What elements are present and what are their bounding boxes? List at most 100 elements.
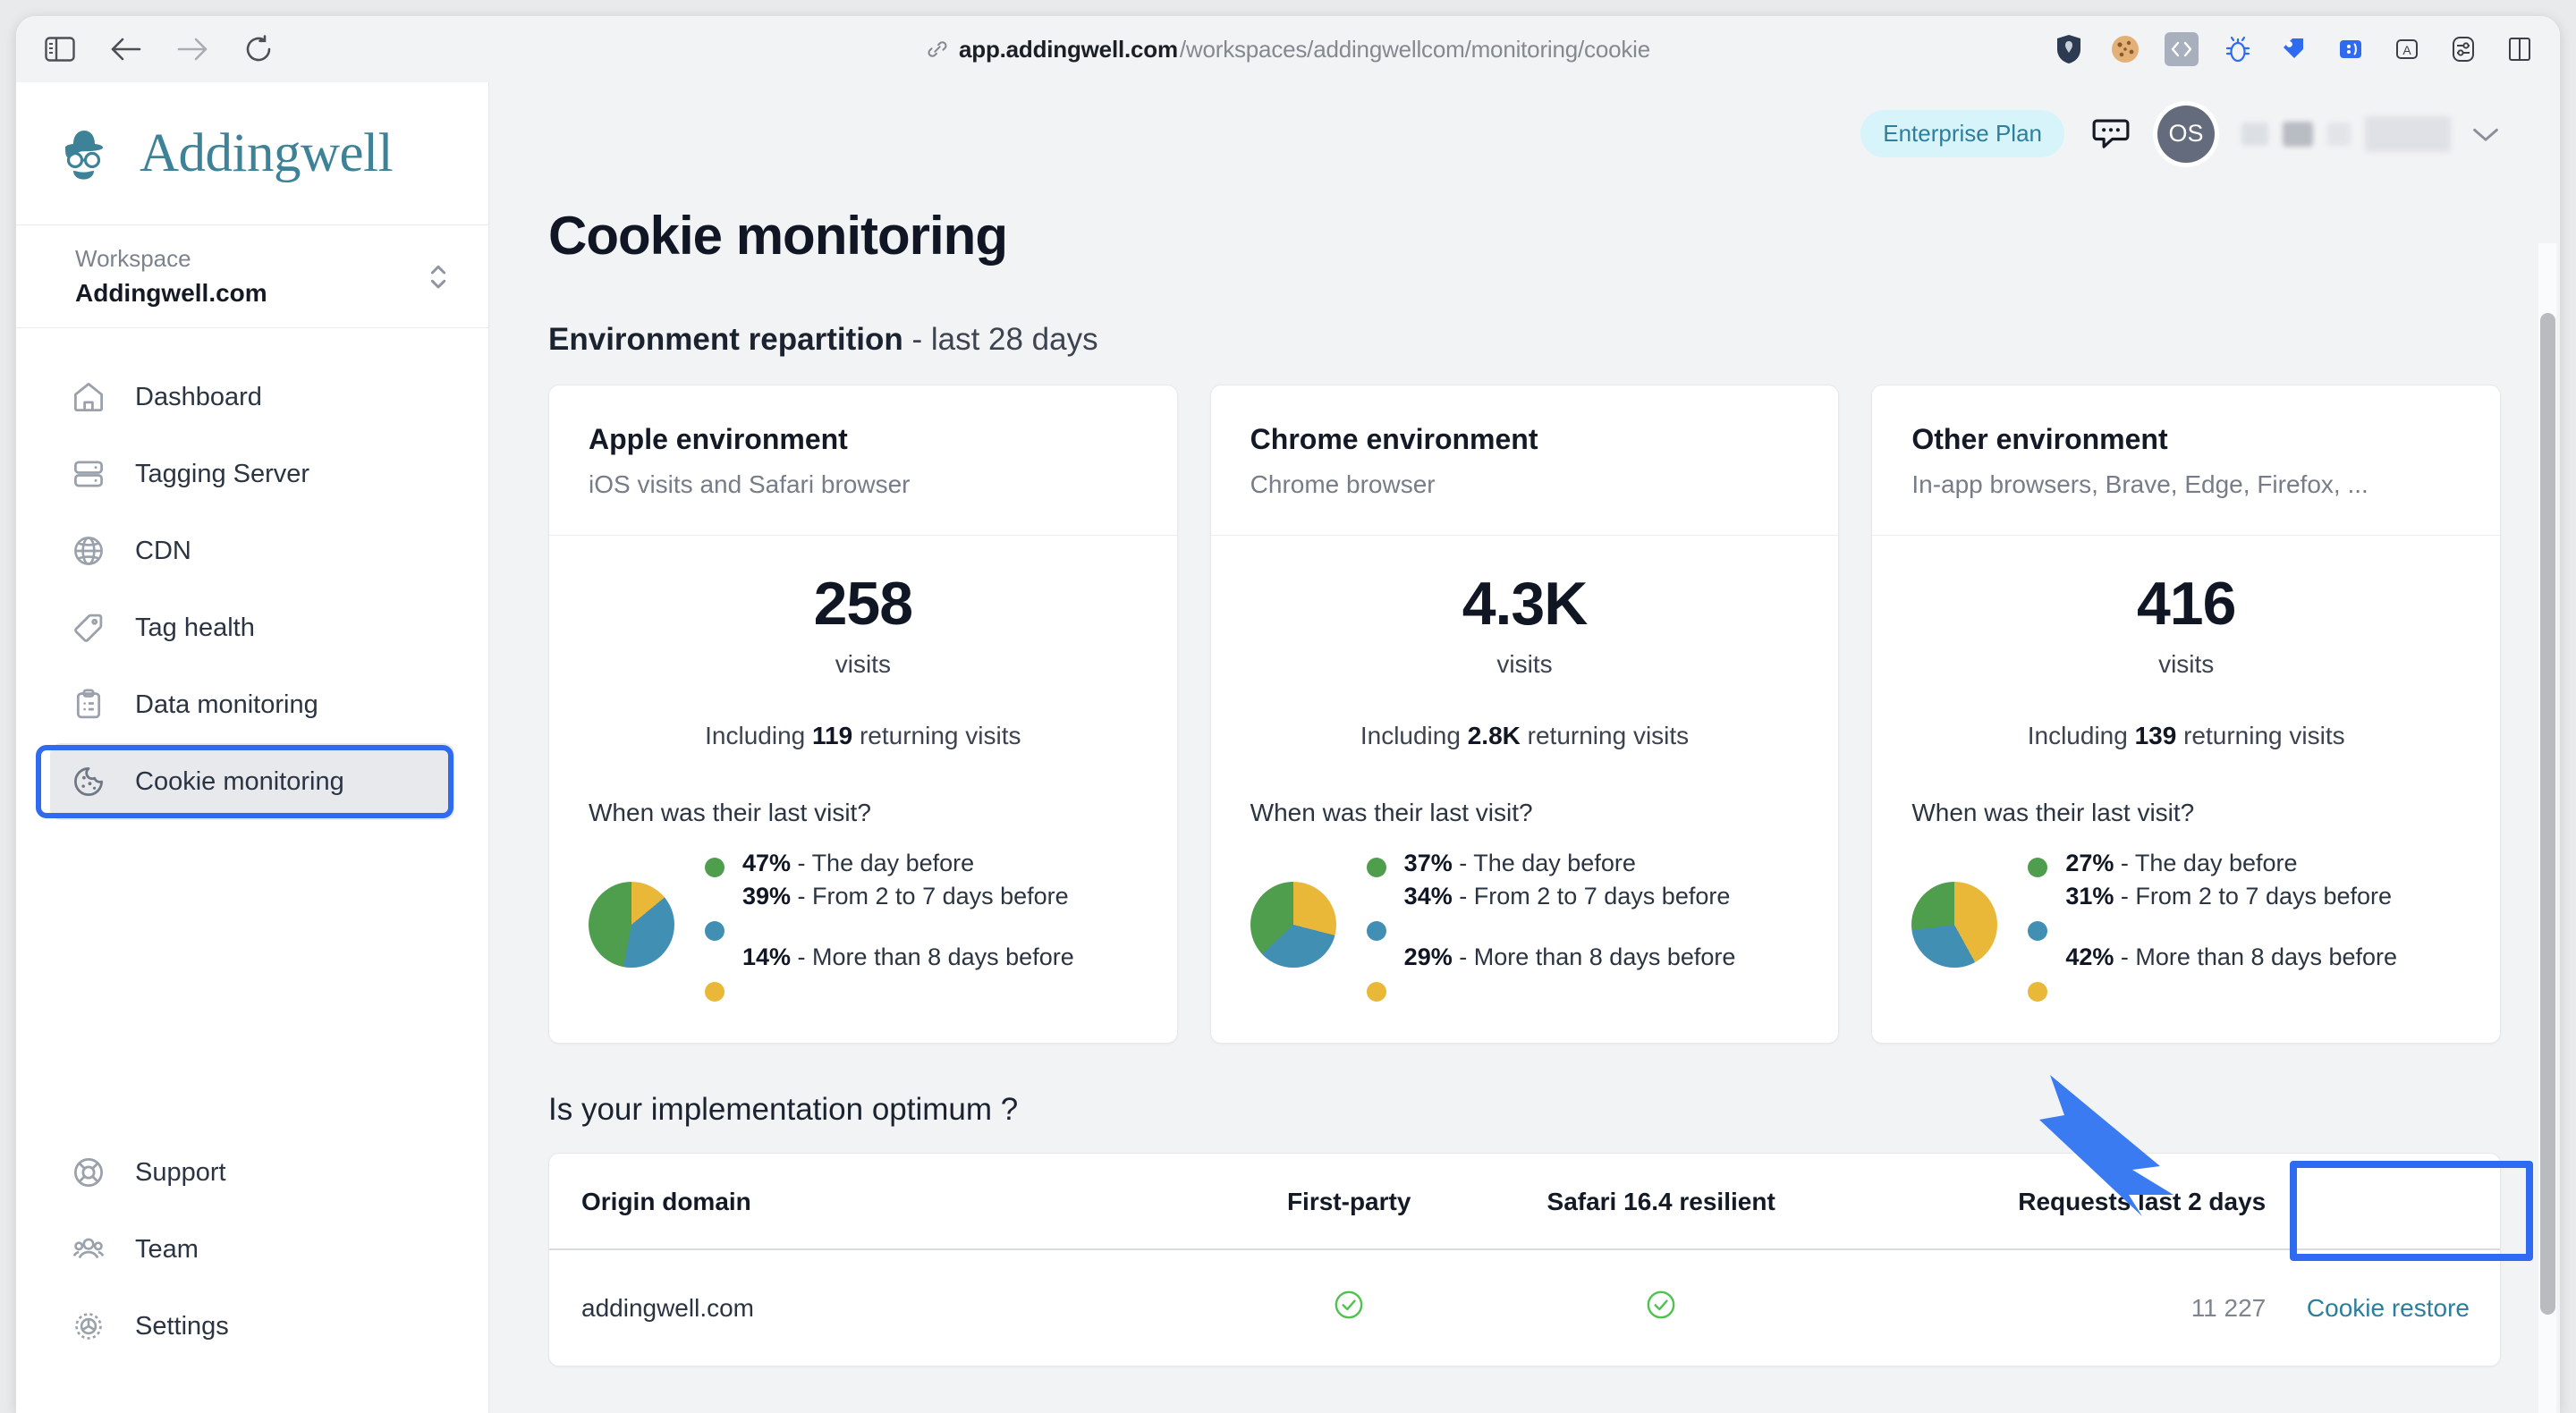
redacted-name-part — [2283, 121, 2313, 147]
legend-item: 27% - The day before — [2028, 847, 2461, 880]
svg-text:A: A — [2402, 43, 2411, 57]
brand-name: Addingwell — [140, 123, 394, 183]
visits-label: visits — [1496, 650, 1553, 678]
visits-label: visits — [2158, 650, 2215, 678]
legend-text: 31% - From 2 to 7 days before — [2065, 880, 2392, 941]
legend-item: 47% - The day before — [705, 847, 1138, 880]
legend-label: More than 8 days before — [812, 943, 1074, 971]
legend-item: 14% - More than 8 days before — [705, 941, 1138, 1003]
sidebar-item-label: Settings — [135, 1311, 229, 1341]
tag-extension-icon[interactable] — [2277, 32, 2311, 66]
debugger-extension-icon[interactable] — [2334, 32, 2368, 66]
globe-icon — [70, 532, 107, 570]
chat-bubble-icon[interactable] — [2091, 115, 2131, 153]
cookie-extension-icon[interactable] — [2108, 32, 2142, 66]
pie-chart-row: 47% - The day before 39% - From 2 to 7 d… — [589, 847, 1138, 1003]
sidebar-nav-secondary: Support Team Settings — [16, 1134, 489, 1365]
tag-icon — [70, 609, 107, 647]
app-viewport: Addingwell Workspace Addingwell.com Dash… — [16, 82, 2560, 1413]
account-name-redacted[interactable] — [2241, 115, 2501, 152]
legend-label: The day before — [1473, 850, 1636, 876]
cell-requests-last-2-days: 11 227 — [2190, 1293, 2267, 1322]
reload-icon[interactable] — [234, 25, 283, 73]
returning-visits-text: Including 2.8K returning visits — [1250, 722, 1800, 750]
table-header-row: Origin domain First-party Safari 16.4 re… — [549, 1154, 2500, 1251]
card-header: Apple environment iOS visits and Safari … — [549, 385, 1177, 536]
sidebar-item-support[interactable]: Support — [50, 1134, 455, 1211]
redacted-name-part — [2241, 122, 2268, 146]
vertical-scrollbar-thumb[interactable] — [2540, 313, 2555, 1315]
sidebar-item-data-monitoring[interactable]: Data monitoring — [50, 666, 454, 743]
legend-text: 42% - More than 8 days before — [2065, 941, 2397, 1002]
workspace-selector[interactable]: Workspace Addingwell.com — [16, 225, 488, 328]
workspace-value: Addingwell.com — [75, 278, 267, 307]
legend-text: 37% - The day before — [1404, 847, 1636, 880]
sidebar-item-cookie-monitoring[interactable]: Cookie monitoring — [50, 743, 454, 820]
section-title-period: - last 28 days — [902, 322, 1098, 357]
sidebar-item-dashboard[interactable]: Dashboard — [50, 359, 454, 436]
legend-sep: - — [791, 943, 813, 971]
card-body: 416 visits Including 139 returning visit… — [1872, 536, 2500, 1043]
returning-value: 119 — [812, 722, 853, 749]
pie-chart-row: 27% - The day before 31% - From 2 to 7 d… — [1911, 847, 2461, 1003]
sidebar-item-label: Dashboard — [135, 382, 262, 411]
sidebar-item-label: Tagging Server — [135, 459, 310, 488]
legend-text: 27% - The day before — [2065, 847, 2297, 880]
section-title-implementation: Is your implementation optimum ? — [548, 1092, 1019, 1128]
legend-label: The day before — [811, 850, 975, 876]
legend-pct: 34% — [1403, 883, 1453, 910]
pie-legend: 47% - The day before 39% - From 2 to 7 d… — [705, 847, 1138, 1003]
card-subtitle: Chrome browser — [1250, 470, 1436, 498]
legend-dot-green — [2028, 858, 2048, 877]
bug-extension-icon[interactable] — [2221, 32, 2255, 66]
url-domain: app.addingwell.com — [959, 35, 1178, 63]
clipboard-list-icon — [70, 686, 107, 723]
cookie-icon — [70, 763, 107, 800]
legend-text: 34% - From 2 to 7 days before — [1404, 880, 1731, 941]
legend-pct: 47% — [742, 850, 792, 876]
legend-text: 39% - From 2 to 7 days before — [742, 880, 1069, 941]
bowler-hat-glasses-mustache-logo — [63, 126, 123, 182]
legend-pct: 42% — [2065, 943, 2114, 971]
gear-icon — [70, 1307, 107, 1345]
app-topbar: Enterprise Plan OS — [489, 82, 2560, 185]
sidebar-item-tag-health[interactable]: Tag health — [50, 589, 454, 666]
lifebuoy-icon — [70, 1154, 107, 1191]
visits-value: 416 — [2136, 570, 2236, 638]
environment-cards: Apple environment iOS visits and Safari … — [548, 385, 2502, 1045]
returning-value: 2.8K — [1467, 722, 1521, 749]
cell-first-party — [1213, 1249, 1486, 1366]
sidebar-item-cdn[interactable]: CDN — [50, 512, 454, 589]
legend-text: 47% - The day before — [742, 847, 974, 880]
legend-text: 14% - More than 8 days before — [742, 941, 1074, 1002]
legend-item: 37% - The day before — [1366, 847, 1800, 880]
sidebar-item-label: Team — [135, 1234, 199, 1264]
split-view-icon[interactable] — [2503, 32, 2537, 66]
shield-extension-icon[interactable] — [2052, 32, 2086, 66]
text-extension-icon[interactable]: A — [2390, 32, 2424, 66]
chevron-down-icon[interactable] — [2470, 123, 2501, 145]
back-arrow-icon[interactable] — [102, 25, 150, 73]
sidebar-item-label: Tag health — [135, 613, 255, 642]
sidebar-toggle-icon[interactable] — [36, 25, 84, 73]
brand-logo-area[interactable]: Addingwell — [16, 82, 488, 225]
implementation-table-card: Origin domain First-party Safari 16.4 re… — [548, 1153, 2501, 1367]
legend-dot-yellow — [705, 982, 724, 1003]
forward-arrow-icon[interactable] — [168, 25, 216, 73]
cookie-restore-button[interactable]: Cookie restore — [2307, 1294, 2470, 1322]
code-extension-icon[interactable] — [2165, 32, 2199, 66]
plan-badge[interactable]: Enterprise Plan — [1860, 110, 2064, 157]
chevron-up-down-icon[interactable] — [426, 258, 451, 294]
returning-suffix: returning visits — [852, 722, 1021, 749]
legend-dot-green — [1366, 858, 1386, 877]
sidebar-item-tagging-server[interactable]: Tagging Server — [50, 436, 454, 512]
avatar[interactable]: OS — [2157, 105, 2215, 163]
sidebar-item-settings[interactable]: Settings — [50, 1288, 455, 1365]
column-header-safari-resilient: Safari 16.4 resilient — [1485, 1154, 1837, 1251]
legend-dot-blue — [2028, 921, 2048, 942]
browser-window: app.addingwell.com /workspaces/addingwel… — [16, 16, 2560, 1413]
legend-label: The day before — [2134, 850, 2298, 876]
legend-item: 34% - From 2 to 7 days before — [1366, 880, 1800, 942]
sliders-extension-icon[interactable] — [2446, 32, 2480, 66]
sidebar-item-team[interactable]: Team — [50, 1211, 455, 1288]
